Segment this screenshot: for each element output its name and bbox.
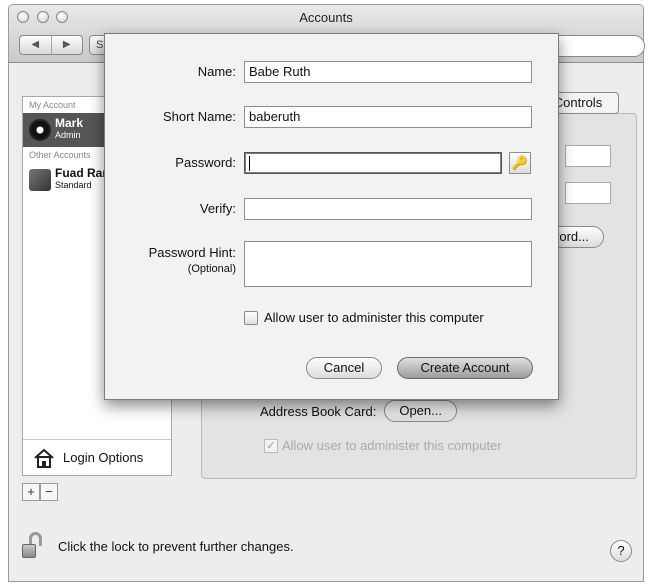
verify-label: Verify: <box>199 201 236 216</box>
lock-text: Click the lock to prevent further change… <box>58 538 294 554</box>
address-book-row: Address Book Card: Open... <box>260 400 457 422</box>
create-account-button[interactable]: Create Account <box>397 357 533 379</box>
add-account-button[interactable]: + <box>22 483 40 501</box>
address-book-label: Address Book Card: <box>260 403 377 419</box>
back-arrow-icon[interactable]: ◀ <box>20 36 52 54</box>
lock-icon[interactable] <box>22 532 44 560</box>
key-icon[interactable]: 🔑 <box>509 152 531 174</box>
help-button[interactable]: ? <box>610 540 632 562</box>
text-cursor <box>249 156 250 172</box>
avatar <box>29 169 51 191</box>
window-title: Accounts <box>299 10 353 25</box>
password-hint-optional: (Optional) <box>187 263 236 275</box>
short-name-field[interactable]: baberuth <box>244 106 532 128</box>
bg-field-1 <box>565 145 611 167</box>
name-label: Name: <box>197 64 236 79</box>
lock-area: Click the lock to prevent further change… <box>22 532 294 560</box>
login-options-item[interactable]: Login Options <box>23 439 171 475</box>
allow-admin-checkbox[interactable] <box>244 310 258 325</box>
panel-allow-admin-checkbox[interactable]: ✓ <box>264 438 278 453</box>
open-button[interactable]: Open... <box>384 400 457 422</box>
add-remove-controls: + − <box>22 483 58 501</box>
password-hint-field[interactable] <box>244 241 532 287</box>
short-name-label: Short Name: <box>163 109 236 124</box>
house-icon <box>34 448 54 468</box>
panel-allow-admin: ✓ Allow user to administer this computer <box>264 438 502 453</box>
panel-allow-admin-label: Allow user to administer this computer <box>282 438 502 453</box>
allow-admin-label: Allow user to administer this computer <box>264 310 484 325</box>
password-label: Password: <box>175 155 236 170</box>
allow-admin-row: Allow user to administer this computer <box>244 310 484 325</box>
name-field[interactable]: Babe Ruth <box>244 61 532 83</box>
back-forward-buttons[interactable]: ◀ ▶ <box>19 35 83 55</box>
cancel-button[interactable]: Cancel <box>306 357 382 379</box>
verify-field[interactable] <box>244 198 532 220</box>
avatar <box>29 119 51 141</box>
login-options-label: Login Options <box>63 450 144 465</box>
remove-account-button[interactable]: − <box>40 483 58 501</box>
password-field[interactable] <box>244 152 502 174</box>
password-hint-label: Password Hint: <box>148 245 236 260</box>
bg-field-2 <box>565 182 611 204</box>
new-account-sheet: Name: Babe Ruth Short Name: baberuth Pas… <box>104 33 559 400</box>
forward-arrow-icon[interactable]: ▶ <box>52 36 83 54</box>
